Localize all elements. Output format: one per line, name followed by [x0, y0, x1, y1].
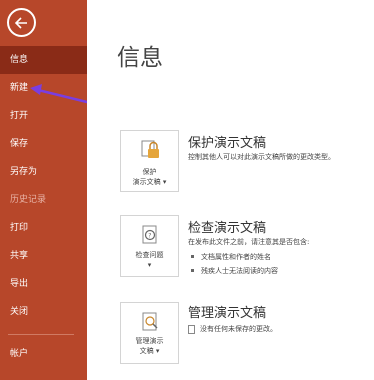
dropdown-caret-icon: ▾ [162, 178, 167, 186]
svg-text:?: ? [148, 233, 151, 240]
protect-section-desc: 控制其他人可以对此演示文稿所做的更改类型。 [188, 153, 335, 161]
protect-button-label-1: 保护 [142, 168, 157, 176]
document-icon [188, 324, 195, 334]
protect-section-title: 保护演示文稿 [188, 136, 267, 151]
manage-button-label-1: 管理演示 [135, 337, 164, 345]
inspect-section-title: 检查演示文稿 [188, 221, 267, 236]
bullet-item: 残疾人士无法阅读的内容 [188, 266, 278, 276]
bullet-icon [191, 269, 194, 272]
protect-presentation-button[interactable]: 保护 演示文稿 ▾ [120, 130, 179, 192]
bullet-icon [191, 255, 194, 258]
manage-section-title: 管理演示文稿 [188, 306, 267, 321]
protect-button-label-2: 演示文稿 [132, 178, 161, 186]
page-title: 信息 [117, 45, 163, 71]
check-issues-label: 检查问题 [135, 251, 164, 259]
dropdown-caret-icon: ▾ [147, 261, 152, 269]
inspect-section-desc: 在发布此文件之前，请注意其是否包含: [188, 238, 310, 246]
check-issues-button[interactable]: ? 检查问题 ▾ [120, 215, 179, 277]
bullet-item: 文档属性和作者的姓名 [188, 252, 271, 262]
manage-button-label-2: 文稿 [139, 347, 154, 355]
info-panel: 信息 保护 演示文稿 ▾ 保护演示文稿 控制其他人可以对此演示文稿所做的更改类型… [87, 0, 374, 380]
dropdown-caret-icon: ▾ [155, 347, 160, 355]
inspect-document-icon: ? [142, 225, 157, 244]
lock-key-icon [141, 140, 159, 158]
manage-presentation-button[interactable]: 管理演示 文稿 ▾ [120, 302, 179, 364]
manage-status: 没有任何未保存的更改。 [188, 324, 277, 334]
manage-document-icon [142, 312, 158, 331]
